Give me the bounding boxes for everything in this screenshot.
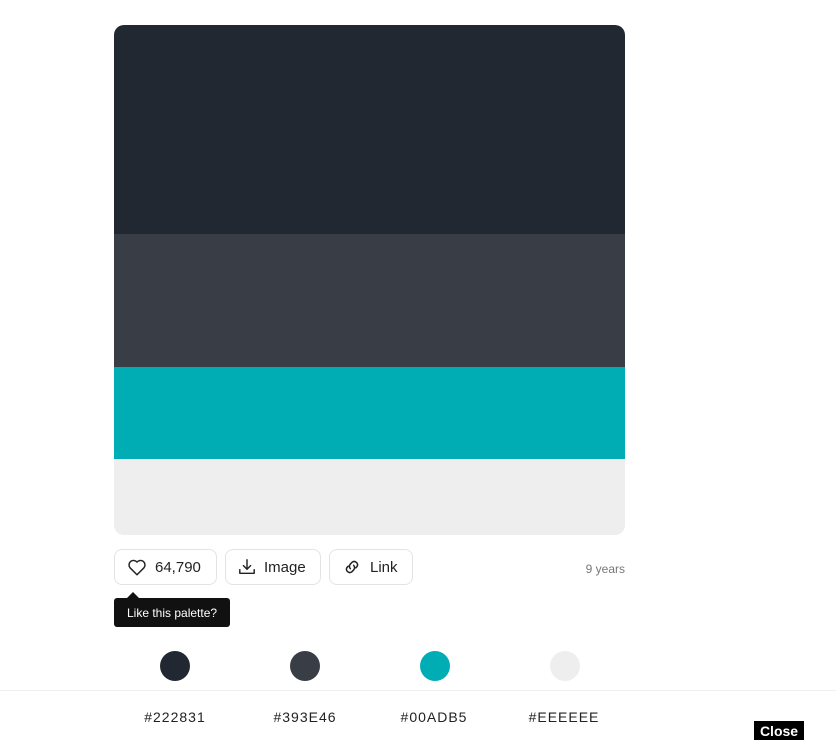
- copy-link-button[interactable]: Link: [329, 549, 413, 585]
- hex-code-3[interactable]: #00ADB5: [374, 709, 494, 725]
- palette-age: 9 years: [585, 562, 625, 576]
- color-dot-3[interactable]: [420, 651, 450, 681]
- palette-preview[interactable]: [114, 25, 625, 535]
- color-dot-1[interactable]: [160, 651, 190, 681]
- hex-code-1[interactable]: #222831: [115, 709, 235, 725]
- swatch-2[interactable]: [114, 234, 625, 367]
- swatch-1[interactable]: [114, 25, 625, 234]
- download-icon: [238, 558, 256, 576]
- divider: [0, 690, 836, 691]
- like-button[interactable]: 64,790: [114, 549, 217, 585]
- hex-code-2[interactable]: #393E46: [245, 709, 365, 725]
- link-label: Link: [370, 558, 398, 576]
- color-dot-4[interactable]: [550, 651, 580, 681]
- image-label: Image: [264, 558, 306, 576]
- color-dot-2[interactable]: [290, 651, 320, 681]
- like-tooltip: Like this palette?: [114, 598, 231, 627]
- link-icon: [342, 557, 362, 577]
- hex-code-4[interactable]: #EEEEEE: [504, 709, 624, 725]
- download-image-button[interactable]: Image: [225, 549, 321, 585]
- heart-icon: [127, 558, 147, 576]
- swatch-4[interactable]: [114, 459, 625, 535]
- swatch-3[interactable]: [114, 367, 625, 459]
- close-button[interactable]: Close: [754, 721, 804, 740]
- like-count: 64,790: [155, 558, 201, 576]
